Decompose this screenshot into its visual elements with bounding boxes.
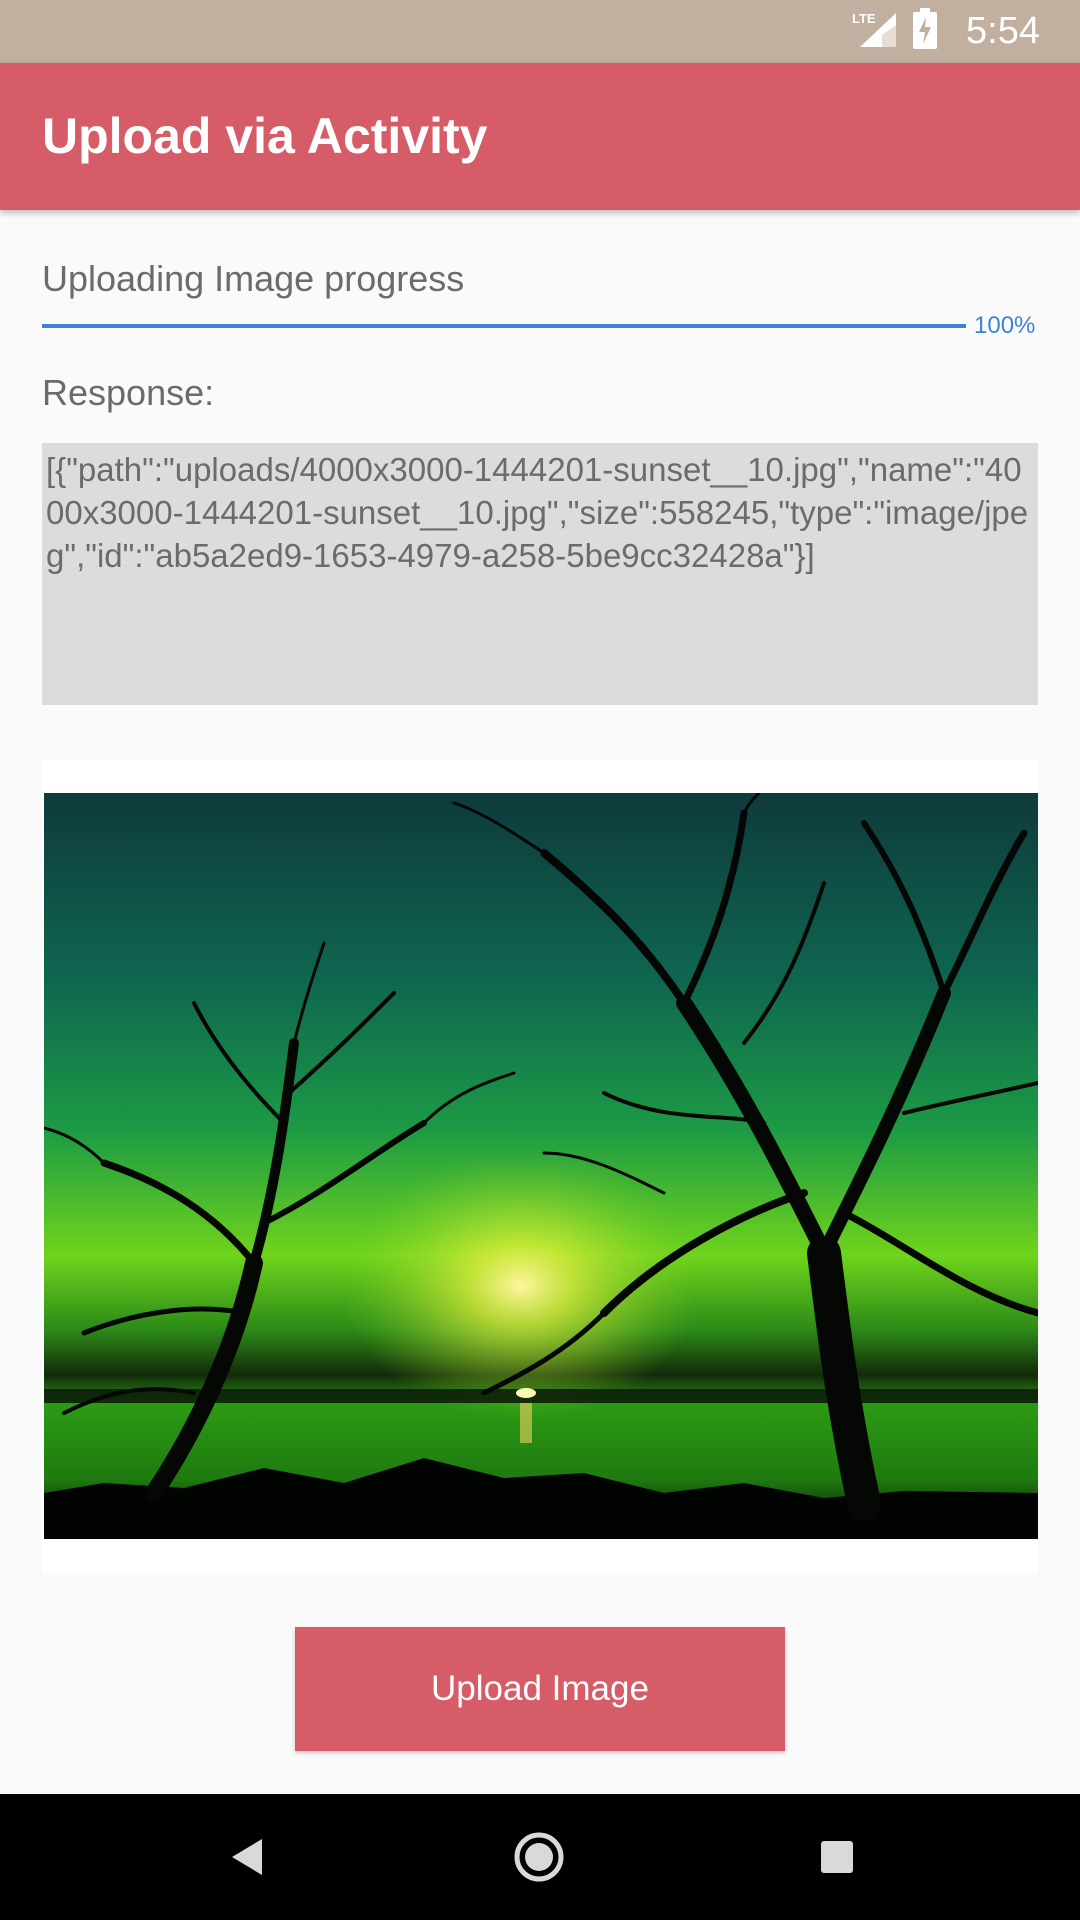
progress-bar-fill [42, 324, 966, 328]
back-icon[interactable] [218, 1827, 278, 1887]
status-time: 5:54 [966, 10, 1040, 52]
uploaded-image [44, 793, 1038, 1539]
progress-percent: 100% [974, 312, 1036, 339]
upload-image-button[interactable]: Upload Image [295, 1627, 785, 1751]
status-icons: LTE 5:54 [852, 0, 1040, 63]
home-icon[interactable] [509, 1827, 569, 1887]
progress-bar [42, 324, 966, 328]
app-bar-title: Upload via Activity [42, 108, 488, 164]
response-label: Response: [42, 372, 215, 413]
image-preview-card [42, 760, 1038, 1573]
navigation-bar [0, 1794, 1080, 1920]
status-bar: LTE 5:54 [0, 0, 1080, 63]
svg-text:LTE: LTE [852, 11, 876, 26]
recents-icon[interactable] [807, 1827, 867, 1887]
progress-label: Uploading Image progress [42, 258, 465, 299]
battery-charging-icon [912, 8, 938, 55]
app-bar: Upload via Activity [0, 63, 1080, 210]
response-text: [{"path":"uploads/4000x3000-1444201-suns… [42, 443, 1038, 705]
lte-signal-icon: LTE [852, 9, 898, 54]
